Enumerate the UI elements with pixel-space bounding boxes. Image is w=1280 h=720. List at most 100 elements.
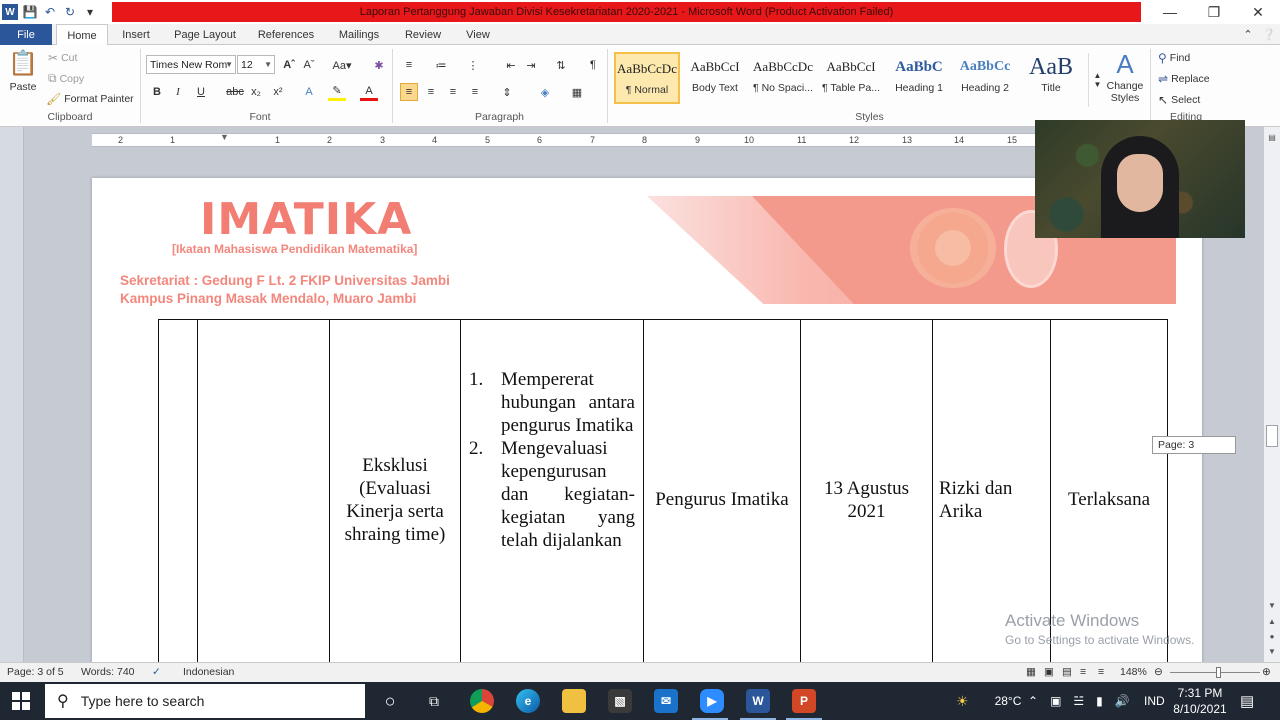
format-painter-button[interactable]: 🖌 Format Painter: [46, 92, 134, 106]
previous-page-icon[interactable]: ▲: [1266, 615, 1278, 627]
next-page-icon[interactable]: ▼: [1266, 645, 1278, 657]
outline-icon[interactable]: ≡: [1080, 666, 1086, 678]
line-spacing-icon[interactable]: ⇕: [498, 83, 516, 101]
copy-button[interactable]: ⧉ Copy: [48, 71, 84, 86]
save-icon[interactable]: 💾: [22, 4, 38, 20]
restore-button[interactable]: ❐: [1192, 0, 1236, 24]
mail-icon[interactable]: ✉: [654, 689, 678, 713]
page-count[interactable]: Page: 3 of 5: [7, 666, 64, 678]
style-title[interactable]: AaB Title: [1018, 52, 1084, 104]
minimize-button[interactable]: —: [1148, 0, 1192, 24]
align-right-icon[interactable]: ≡: [444, 83, 462, 101]
table-cell-number[interactable]: [158, 319, 198, 662]
grow-font-icon[interactable]: Aˆ: [280, 56, 298, 74]
table-cell-participants[interactable]: Pengurus Imatika: [643, 319, 801, 662]
network-icon[interactable]: ☱: [1073, 694, 1084, 708]
zoom-out-icon[interactable]: ⊖: [1154, 666, 1163, 678]
font-color-icon[interactable]: A: [360, 83, 378, 101]
horizontal-ruler[interactable]: 2 1 1 2 3 4 5 6 7 8 9 10 11 12 13 14 15 …: [92, 132, 1036, 147]
redo-icon[interactable]: ↻: [62, 4, 78, 20]
increase-indent-icon[interactable]: ⇥: [522, 56, 540, 74]
bullets-icon[interactable]: ≡: [400, 56, 418, 74]
meet-now-icon[interactable]: ▣: [1050, 694, 1061, 708]
style-heading-2[interactable]: AaBbCc Heading 2: [952, 52, 1018, 104]
change-case-icon[interactable]: Aa▾: [330, 56, 354, 74]
zoom-slider[interactable]: [1170, 672, 1260, 673]
table-cell-activity[interactable]: Eksklusi (Evaluasi Kinerja serta shraing…: [329, 319, 461, 662]
justify-icon[interactable]: ≡: [466, 83, 484, 101]
clear-formatting-icon[interactable]: ✱: [370, 56, 388, 74]
cortana-icon[interactable]: ○: [378, 689, 402, 713]
print-layout-icon[interactable]: ▦: [1026, 666, 1036, 678]
subscript-icon[interactable]: x₂: [247, 83, 265, 101]
web-layout-icon[interactable]: ▤: [1062, 666, 1072, 678]
clock[interactable]: 7:31 PM 8/10/2021: [1170, 682, 1230, 720]
tab-insert[interactable]: Insert: [112, 24, 160, 45]
align-left-icon[interactable]: ≡: [400, 83, 418, 101]
weather-widget[interactable]: ☀ 28°C: [956, 682, 1021, 720]
file-explorer-icon[interactable]: [562, 689, 586, 713]
proofing-icon[interactable]: ✓: [152, 666, 161, 678]
superscript-icon[interactable]: x²: [269, 83, 287, 101]
style-table-paragraph[interactable]: AaBbCcI ¶ Table Pa...: [818, 52, 884, 104]
indent-marker-icon[interactable]: ▼: [220, 132, 229, 142]
edge-icon[interactable]: e: [516, 689, 540, 713]
show-formatting-icon[interactable]: ¶: [584, 56, 602, 74]
taskbar-search[interactable]: ⚲ Type here to search: [45, 684, 365, 718]
full-screen-icon[interactable]: ▣: [1044, 666, 1054, 678]
style-body-text[interactable]: AaBbCcI Body Text: [682, 52, 748, 104]
volume-icon[interactable]: 🔊: [1115, 694, 1130, 708]
tab-page-layout[interactable]: Page Layout: [166, 24, 244, 45]
vertical-scrollbar[interactable]: ▤ ▼ ▲ ● ▼: [1263, 127, 1280, 662]
shrink-font-icon[interactable]: Aˇ: [300, 56, 318, 74]
collapse-ribbon-icon[interactable]: ⌃: [1240, 24, 1256, 45]
style-normal[interactable]: AaBbCcDc ¶ Normal: [614, 52, 680, 104]
highlight-icon[interactable]: ✎: [328, 83, 346, 101]
undo-icon[interactable]: ↶: [42, 4, 58, 20]
style-heading-1[interactable]: AaBbC Heading 1: [886, 52, 952, 104]
zoom-slider-thumb[interactable]: [1216, 667, 1221, 678]
zoom-level[interactable]: 148%: [1120, 666, 1147, 678]
windows-start-icon[interactable]: [12, 692, 30, 710]
style-no-spacing[interactable]: AaBbCcDc ¶ No Spaci...: [750, 52, 816, 104]
customize-icon[interactable]: ▾: [82, 4, 98, 20]
tab-references[interactable]: References: [250, 24, 322, 45]
sort-icon[interactable]: ⇅: [552, 56, 570, 74]
browse-object-icon[interactable]: ●: [1266, 630, 1278, 642]
find-button[interactable]: ⚲ Find: [1158, 51, 1190, 65]
table-cell-goals[interactable]: 1. Mempererat hubungan antara pengurus Im…: [460, 319, 644, 662]
notifications-icon[interactable]: ▤: [1240, 682, 1254, 720]
table-cell-date[interactable]: 13 Agustus 2021: [800, 319, 933, 662]
chrome-icon[interactable]: [470, 689, 494, 713]
change-styles-button[interactable]: A Change Styles: [1104, 49, 1146, 104]
numbering-icon[interactable]: ≔: [432, 56, 450, 74]
strikethrough-icon[interactable]: abc: [225, 83, 245, 101]
help-icon[interactable]: ❔: [1260, 24, 1278, 45]
decrease-indent-icon[interactable]: ⇤: [502, 56, 520, 74]
table-cell-program[interactable]: [197, 319, 330, 662]
select-button[interactable]: ↖ Select: [1158, 93, 1200, 107]
replace-button[interactable]: ⇌ Replace: [1158, 72, 1210, 86]
font-size-combo[interactable]: 12 ▼: [237, 55, 275, 74]
font-name-combo[interactable]: Times New Rom ▼: [146, 55, 236, 74]
paste-button[interactable]: 📋 Paste: [8, 49, 38, 93]
scroll-down-icon[interactable]: ▼: [1266, 599, 1278, 611]
zoom-in-icon[interactable]: ⊕: [1262, 666, 1271, 678]
italic-icon[interactable]: I: [169, 83, 187, 101]
close-button[interactable]: ✕: [1236, 0, 1280, 24]
multilevel-list-icon[interactable]: ⋮: [464, 56, 482, 74]
zoom-app-icon[interactable]: ▶: [700, 689, 724, 713]
tab-home[interactable]: Home: [56, 24, 108, 46]
tab-view[interactable]: View: [458, 24, 498, 45]
tab-file[interactable]: File: [0, 24, 52, 45]
tab-review[interactable]: Review: [398, 24, 448, 45]
draft-icon[interactable]: ≡: [1098, 666, 1104, 678]
cut-button[interactable]: ✂ Cut: [48, 51, 77, 65]
word-count[interactable]: Words: 740: [81, 666, 135, 678]
word-icon[interactable]: W: [2, 4, 18, 20]
task-view-icon[interactable]: ⧉: [422, 689, 446, 713]
word-taskbar-icon[interactable]: W: [746, 689, 770, 713]
input-language[interactable]: IND: [1144, 682, 1165, 720]
tab-mailings[interactable]: Mailings: [330, 24, 388, 45]
align-center-icon[interactable]: ≡: [422, 83, 440, 101]
